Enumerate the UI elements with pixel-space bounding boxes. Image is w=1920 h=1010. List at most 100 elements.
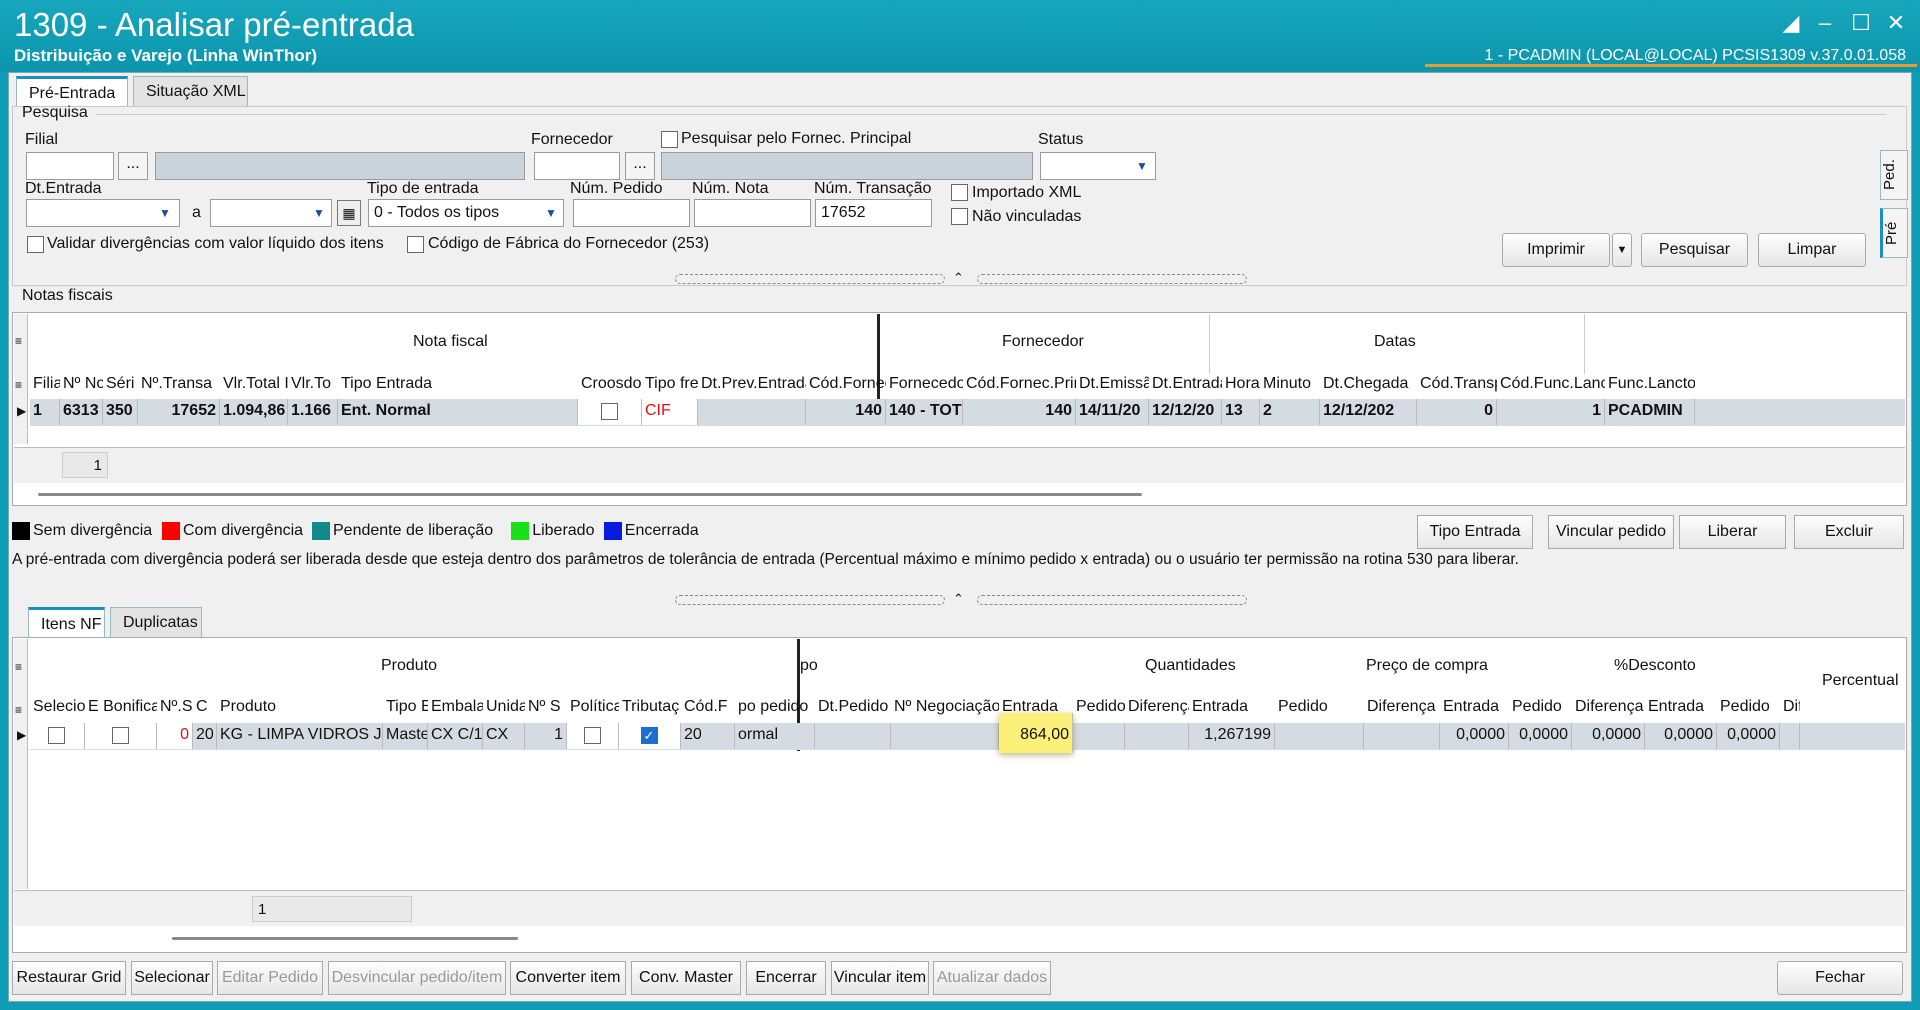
dt-entrada-to-dropdown-icon[interactable]: ▼ (308, 200, 330, 226)
itens-header-21[interactable]: Entrada (1440, 698, 1509, 716)
notas-cell-12[interactable]: 140 (963, 399, 1076, 425)
column-chooser-icon[interactable]: ≡ (15, 703, 22, 717)
itens-header-19[interactable]: Pedido (1275, 698, 1364, 716)
itens-header-3[interactable]: C (193, 698, 217, 716)
notas-header-9[interactable]: Dt.Prev.Entrada (698, 375, 806, 393)
notas-cell-0[interactable]: 1 (30, 399, 60, 425)
nao-vinculadas-checkbox[interactable] (951, 208, 968, 225)
maximize-icon[interactable]: ☐ (1847, 10, 1875, 36)
itens-cell-6[interactable]: CX C/12 (428, 723, 483, 749)
notas-header-6[interactable]: Tipo Entrada (338, 375, 578, 393)
itens-header-25[interactable]: Pedido (1717, 698, 1780, 716)
calendar-icon[interactable]: ▦ (337, 200, 361, 226)
itens-header-26[interactable]: Dif (1780, 698, 1800, 716)
splitter-grip-right[interactable] (977, 274, 1247, 284)
side-tab-ped[interactable]: Ped. (1880, 150, 1908, 200)
itens-header-23[interactable]: Diferença (1572, 698, 1645, 716)
itens-cell-13[interactable] (815, 723, 891, 749)
notas-cell-3[interactable]: 17652 (138, 399, 220, 425)
minimize-icon[interactable]: – (1811, 10, 1839, 36)
num-nota-input[interactable] (694, 199, 811, 227)
notas-header-8[interactable]: Tipo fret (642, 375, 698, 393)
itens-header-20[interactable]: Diferença (1364, 698, 1440, 716)
itens-cell-18[interactable]: 1,267199 (1189, 723, 1275, 749)
itens-header-18[interactable]: Entrada (1189, 698, 1275, 716)
tab-situacao-xml[interactable]: Situação XML (133, 76, 248, 106)
filial-lookup-button[interactable]: ... (118, 152, 148, 180)
itens-cell-15[interactable]: 864,00 (999, 713, 1073, 753)
side-tab-pre[interactable]: Pré (1880, 208, 1908, 258)
filial-input[interactable] (26, 152, 114, 180)
selecionar-checkbox[interactable] (48, 727, 65, 744)
notas-header-0[interactable]: Filia (30, 375, 60, 393)
itens-header-11[interactable]: Cód.F (681, 698, 735, 716)
itens-cell-14[interactable] (891, 723, 999, 749)
notas-header-14[interactable]: Dt.Entrada (1149, 375, 1222, 393)
notas-header-13[interactable]: Dt.Emissão (1076, 375, 1149, 393)
table-row[interactable]: 1 6313 350 17652 1.094,86 1.166 Ent. Normal CIF… (30, 399, 1905, 426)
notas-header-19[interactable]: Cód.Func.Lancto (1497, 375, 1605, 393)
itens-cell-23[interactable]: 0,0000 (1572, 723, 1645, 749)
horizontal-scrollbar[interactable] (172, 937, 518, 940)
notas-cell-14[interactable]: 12/12/20 (1149, 399, 1222, 425)
splitter-grip-left[interactable] (675, 595, 945, 605)
imprimir-button[interactable]: Imprimir (1502, 233, 1610, 267)
itens-header-16[interactable]: Pedido (1073, 698, 1125, 716)
itens-header-0[interactable]: Selecior (30, 698, 85, 716)
itens-cell-0[interactable] (30, 723, 85, 749)
itens-cell-5[interactable]: Maste (383, 723, 428, 749)
table-row[interactable]: 020KG - LIMPA VIDROS JIMasteCX C/12CX1✓2… (30, 713, 1905, 753)
itens-header-13[interactable]: Dt.Pedido (815, 698, 891, 716)
itens-cell-16[interactable] (1073, 723, 1125, 749)
limpar-button[interactable]: Limpar (1758, 233, 1866, 267)
selecionar-button[interactable]: Selecionar (131, 961, 213, 995)
desvincular-button[interactable]: Desvincular pedido/item (328, 961, 506, 995)
notas-cell-5[interactable]: 1.166 (288, 399, 338, 425)
notas-header-10[interactable]: Cód.Fornec. (806, 375, 886, 393)
itens-cell-3[interactable]: 20 (193, 723, 217, 749)
tipo-entrada-dropdown-icon[interactable]: ▼ (540, 200, 562, 226)
splitter-grip-left[interactable] (675, 274, 945, 284)
notas-cell-9[interactable] (698, 399, 806, 425)
close-icon[interactable]: ✕ (1882, 10, 1910, 36)
notas-cell-18[interactable]: 0 (1417, 399, 1497, 425)
itens-cell-10[interactable]: ✓ (619, 723, 681, 749)
pesquisar-button[interactable]: Pesquisar (1641, 233, 1748, 267)
tipo-entrada-button[interactable]: Tipo Entrada (1417, 515, 1533, 549)
tab-itens-nf[interactable]: Itens NF (28, 607, 105, 637)
column-chooser-icon[interactable]: ≡ (15, 660, 22, 674)
notas-cell-19[interactable]: 1 (1497, 399, 1605, 425)
vincular-item-button[interactable]: Vincular item (831, 961, 929, 995)
itens-header-4[interactable]: Produto (217, 698, 383, 716)
itens-cell-8[interactable]: 1 (525, 723, 567, 749)
notas-header-12[interactable]: Cód.Fornec.Princ. (963, 375, 1076, 393)
bonificacao-checkbox[interactable] (111, 727, 129, 744)
notas-header-2[interactable]: Séri (103, 375, 138, 393)
fechar-button[interactable]: Fechar (1777, 961, 1903, 995)
codigo-fabrica-checkbox[interactable] (407, 236, 424, 253)
itens-header-22[interactable]: Pedido (1509, 698, 1572, 716)
itens-cell-22[interactable]: 0,0000 (1509, 723, 1572, 749)
tab-duplicatas[interactable]: Duplicatas (110, 607, 202, 637)
tributacao-checkbox[interactable]: ✓ (640, 727, 658, 744)
dt-entrada-from-dropdown-icon[interactable]: ▼ (154, 200, 176, 226)
notas-cell-16[interactable]: 2 (1260, 399, 1320, 425)
itens-cell-12[interactable]: ormal (735, 723, 815, 749)
itens-cell-20[interactable] (1364, 723, 1440, 749)
notas-cell-6[interactable]: Ent. Normal (338, 399, 578, 425)
crossdock-checkbox[interactable] (600, 403, 618, 420)
notas-cell-11[interactable]: 140 - TOT (886, 399, 963, 425)
itens-header-17[interactable]: Diferença (1125, 698, 1189, 716)
restaurar-grid-button[interactable]: Restaurar Grid (12, 961, 126, 995)
itens-cell-9[interactable] (567, 723, 619, 749)
fornecedor-lookup-button[interactable]: ... (625, 152, 655, 180)
notas-header-18[interactable]: Cód.Transp. (1417, 375, 1497, 393)
itens-header-5[interactable]: Tipo E (383, 698, 428, 716)
converter-item-button[interactable]: Converter item (510, 961, 626, 995)
notas-header-1[interactable]: Nº No (60, 375, 103, 393)
notas-cell-20[interactable]: PCADMIN (1605, 399, 1695, 425)
tipo-entrada-select[interactable]: 0 - Todos os tipos (368, 199, 564, 227)
notas-header-15[interactable]: Hora (1222, 375, 1260, 393)
itens-cell-4[interactable]: KG - LIMPA VIDROS JI (217, 723, 383, 749)
restore-pane-icon[interactable]: ◢ (1777, 10, 1805, 36)
